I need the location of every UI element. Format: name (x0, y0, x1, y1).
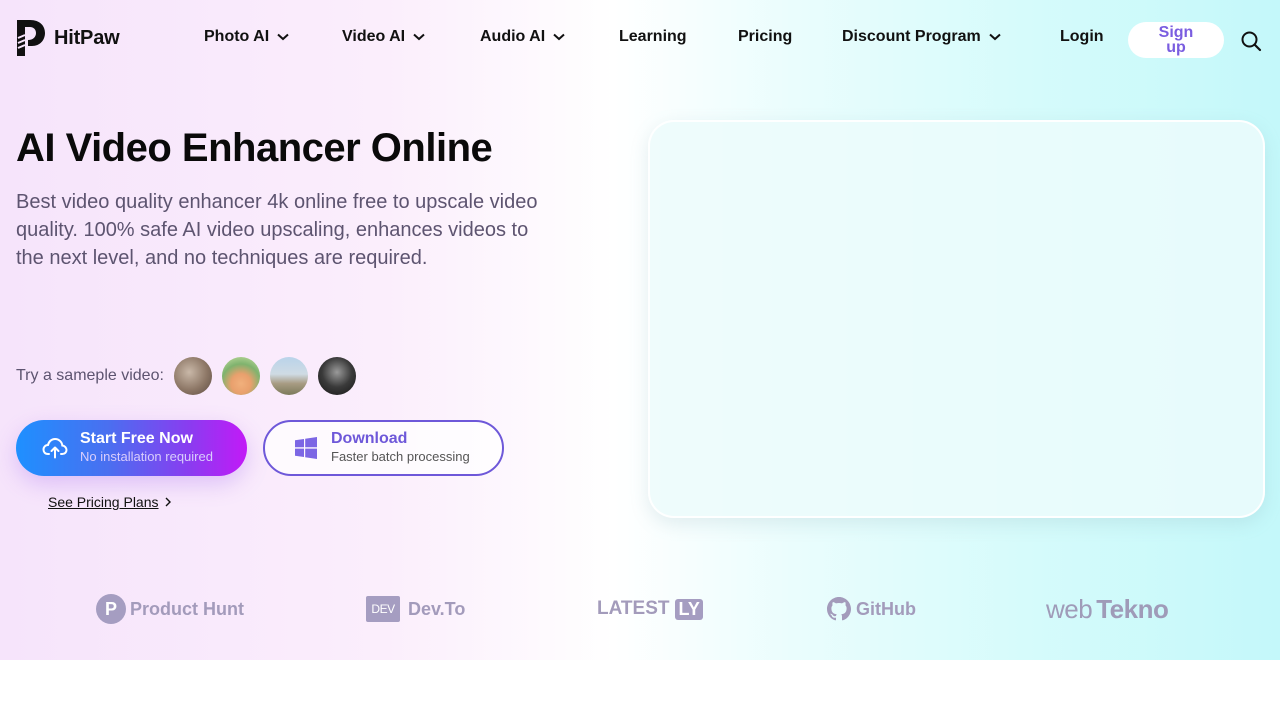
search-icon[interactable] (1240, 30, 1262, 52)
partner-github: GitHub (826, 592, 916, 626)
partner-name: Dev.To (408, 598, 466, 619)
pricing-link-label: See Pricing Plans (48, 494, 159, 510)
partner-webtekno: web Tekno (1046, 592, 1169, 626)
start-free-button[interactable]: Start Free Now No installation required (16, 420, 247, 476)
see-pricing-plans-link[interactable]: See Pricing Plans (48, 494, 171, 510)
partner-product-hunt: P Product Hunt (96, 592, 244, 626)
hitpaw-logo-icon (17, 20, 45, 56)
nav-item-pricing[interactable]: Pricing (738, 28, 792, 46)
nav-label: Discount Program (842, 28, 981, 45)
page-title: AI Video Enhancer Online (16, 126, 493, 170)
sample-label: Try a sameple video: (16, 367, 164, 384)
nav-item-learning[interactable]: Learning (619, 28, 687, 46)
chevron-down-icon (413, 33, 425, 41)
login-label: Login (1060, 28, 1104, 45)
sample-video-thumb-4[interactable] (317, 357, 356, 395)
download-button[interactable]: Download Faster batch processing (263, 420, 504, 476)
partner-name: GitHub (856, 598, 916, 619)
sample-video-thumb-3[interactable] (269, 357, 308, 395)
partner-latestly: LATEST LY (597, 592, 703, 626)
partner-name-bold: Tekno (1096, 593, 1169, 624)
product-hunt-icon: P (96, 594, 126, 624)
chevron-down-icon (553, 33, 565, 41)
sample-video-thumb-1[interactable] (173, 357, 212, 395)
partner-dev-to: DEV Dev.To (366, 592, 465, 626)
hero-description: Best video quality enhancer 4k online fr… (16, 191, 538, 269)
download-button-sublabel: Faster batch processing (331, 449, 470, 464)
hero-section: HitPaw Photo AI Video AI Audio AI Learni… (0, 0, 1280, 660)
nav-label: Audio AI (480, 28, 546, 45)
latestly-badge: LY (675, 598, 703, 620)
partner-name: Product Hunt (130, 598, 244, 619)
nav-item-discount-program[interactable]: Discount Program (842, 28, 1001, 46)
start-button-label: Start Free Now (80, 430, 193, 447)
nav-item-photo-ai[interactable]: Photo AI (204, 28, 289, 46)
nav-item-audio-ai[interactable]: Audio AI (480, 28, 565, 46)
sample-videos: Try a sameple video: (16, 356, 366, 396)
download-button-label: Download (331, 430, 408, 447)
github-icon (827, 597, 851, 621)
nav-label: Pricing (738, 28, 793, 45)
signup-label: Sign up (1158, 24, 1194, 56)
partner-name: LATEST (597, 598, 670, 619)
cloud-upload-icon (42, 437, 68, 459)
login-link[interactable]: Login (1060, 28, 1104, 46)
dev-to-icon: DEV (366, 596, 400, 622)
nav-item-video-ai[interactable]: Video AI (342, 28, 425, 46)
brand-name: HitPaw (54, 26, 120, 49)
logo[interactable]: HitPaw (16, 18, 120, 58)
site-header: HitPaw Photo AI Video AI Audio AI Learni… (0, 0, 1280, 80)
partner-name-light: web (1046, 593, 1093, 624)
chevron-down-icon (989, 33, 1001, 41)
video-upload-area[interactable] (648, 120, 1265, 518)
nav-label: Video AI (342, 28, 406, 45)
sample-video-thumb-2[interactable] (221, 357, 260, 395)
windows-icon (295, 437, 317, 459)
nav-label: Learning (619, 28, 687, 45)
nav-label: Photo AI (204, 28, 270, 45)
start-button-sublabel: No installation required (80, 449, 213, 464)
chevron-down-icon (277, 33, 289, 41)
signup-button[interactable]: Sign up (1128, 22, 1224, 58)
chevron-right-icon (165, 497, 171, 507)
